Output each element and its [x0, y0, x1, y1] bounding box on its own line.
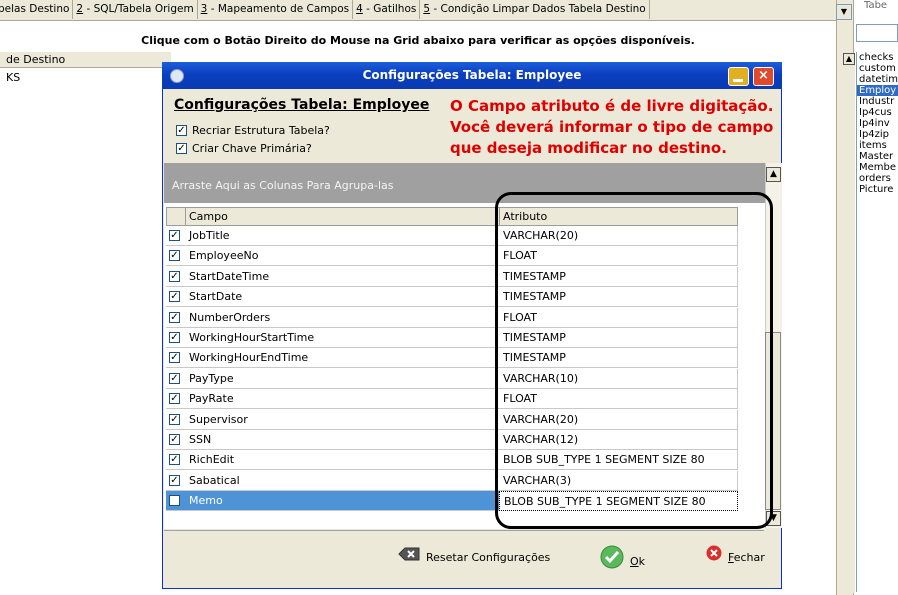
row-checkbox[interactable]: ✓ — [169, 474, 180, 486]
check-icon — [600, 545, 624, 579]
campo-cell[interactable]: Memo — [185, 491, 500, 512]
row-checkbox-cell[interactable]: ✓ — [166, 307, 186, 328]
right-list-scrollbar[interactable]: ▲ — [843, 53, 855, 593]
close-icon[interactable]: × — [753, 67, 774, 86]
table-list-item[interactable]: custom — [857, 63, 898, 74]
row-checkbox[interactable]: ✓ — [169, 311, 180, 323]
campo-cell[interactable]: EmployeeNo — [185, 246, 500, 267]
campo-cell[interactable]: RichEdit — [185, 450, 500, 471]
footer-divider — [164, 530, 764, 531]
table-list-item[interactable]: Ip4zip — [857, 129, 898, 140]
minimize-icon — [733, 79, 743, 82]
table-list-item[interactable]: Industr — [857, 96, 898, 107]
table-filter-input[interactable] — [856, 24, 898, 42]
option-recreate-structure[interactable]: ✓ Recriar Estrutura Tabela? — [176, 124, 330, 137]
campo-cell[interactable]: NumberOrders — [185, 307, 500, 328]
row-checkbox-cell[interactable]: ✓ — [166, 450, 186, 471]
table-list-item[interactable]: Ip4inv — [857, 118, 898, 129]
campo-cell[interactable]: PayType — [185, 368, 500, 389]
campo-cell[interactable]: Supervisor — [185, 409, 500, 430]
tab-gatilhos[interactable]: 4 - Gatilhos — [353, 0, 421, 19]
table-list-item[interactable]: Picture — [857, 184, 898, 195]
row-checkbox-cell[interactable]: ✓ — [166, 470, 186, 491]
row-checkbox-cell[interactable]: ✓ — [166, 491, 186, 512]
campo-cell[interactable]: WorkingHourStartTime — [185, 328, 500, 348]
tab-sql-tabela-origem[interactable]: 2 - SQL/Tabela Origem — [73, 0, 198, 19]
row-checkbox-cell[interactable]: ✓ — [166, 266, 186, 287]
row-checkbox-cell[interactable]: ✓ — [166, 348, 186, 369]
row-checkbox[interactable]: ✓ — [169, 270, 180, 282]
row-checkbox[interactable]: ✓ — [169, 393, 180, 405]
table-list[interactable]: checks custom datetim Employ Industr Ip4cus Ip… — [856, 52, 898, 592]
table-list-item[interactable]: items — [857, 140, 898, 151]
tab-strip: belas Destino 2 - SQL/Tabela Origem 3 - Ma… — [0, 0, 836, 21]
table-list-item[interactable]: Master — [857, 151, 898, 162]
tab-mapeamento-campos[interactable]: 3 - Mapeamento de Campos — [198, 0, 354, 19]
option-primary-key[interactable]: ✓ Criar Chave Primária? — [176, 142, 312, 155]
row-checkbox[interactable]: ✓ — [169, 454, 180, 466]
table-list-item[interactable]: Employ — [857, 85, 898, 96]
campo-cell[interactable]: Sabatical — [185, 470, 500, 491]
row-checkbox-cell[interactable]: ✓ — [166, 430, 186, 450]
table-list-item[interactable]: datetim — [857, 74, 898, 85]
row-checkbox-cell[interactable]: ✓ — [166, 368, 186, 389]
grid-hint: Clique com o Botão Direito do Mouse na G… — [141, 34, 695, 47]
close-button[interactable]: Fechar — [706, 545, 765, 571]
background-grid-row[interactable]: KS — [0, 70, 171, 85]
row-checkbox[interactable]: ✓ — [169, 250, 180, 262]
row-checkbox[interactable]: ✓ — [169, 352, 180, 364]
minimize-button[interactable] — [728, 67, 749, 86]
ok-button[interactable]: Ok — [600, 545, 645, 571]
tab-tabelas-destino[interactable]: belas Destino — [0, 0, 74, 19]
annotation-highlight — [495, 192, 773, 529]
row-checkbox[interactable]: ✓ — [169, 230, 180, 241]
tab-condicao-limpar[interactable]: 5 - Condição Limpar Dados Tabela Destino — [420, 0, 650, 19]
campo-cell[interactable]: StartDateTime — [185, 266, 500, 287]
checkbox-recreate[interactable]: ✓ — [176, 125, 187, 136]
table-group-label: Tabe — [864, 0, 888, 11]
row-checkbox[interactable]: ✓ — [169, 372, 180, 384]
row-checkbox-cell[interactable]: ✓ — [166, 409, 186, 430]
campo-cell[interactable]: StartDate — [185, 287, 500, 308]
dialog-heading: Configurações Tabela: Employee — [174, 97, 430, 113]
row-checkbox[interactable]: ✓ — [169, 495, 180, 507]
row-checkbox-cell[interactable]: ✓ — [166, 226, 186, 246]
campo-cell[interactable]: SSN — [185, 430, 500, 450]
campo-cell[interactable]: JobTitle — [185, 226, 500, 246]
scroll-up-icon[interactable]: ▲ — [843, 53, 855, 65]
background-grid-header[interactable]: de Destino — [0, 52, 171, 68]
row-checkbox[interactable]: ✓ — [169, 291, 180, 303]
campo-cell[interactable]: PayRate — [185, 389, 500, 410]
group-by-text: Arraste Aqui as Colunas Para Agrupa-las — [172, 179, 394, 192]
reset-button[interactable]: Resetar Configurações — [398, 545, 550, 571]
row-checkbox[interactable]: ✓ — [169, 332, 180, 343]
row-checkbox[interactable]: ✓ — [169, 434, 180, 445]
row-checkbox-cell[interactable]: ✓ — [166, 328, 186, 348]
background-grid — [0, 52, 165, 592]
table-list-item[interactable]: Ip4cus — [857, 107, 898, 118]
dropdown-arrow-icon[interactable]: ▼ — [836, 4, 852, 20]
annotation-text: O Campo atributo é de livre digitação. V… — [450, 97, 774, 157]
campo-cell[interactable]: WorkingHourEndTime — [185, 348, 500, 369]
grid-header-checkbox[interactable] — [166, 207, 186, 226]
reset-icon — [398, 545, 420, 571]
row-checkbox[interactable]: ✓ — [169, 413, 180, 425]
grid-header-campo[interactable]: Campo — [185, 207, 500, 226]
close-circle-icon — [706, 545, 722, 571]
row-checkbox-cell[interactable]: ✓ — [166, 246, 186, 267]
row-checkbox-cell[interactable]: ✓ — [166, 389, 186, 410]
row-checkbox-cell[interactable]: ✓ — [166, 287, 186, 308]
table-list-item[interactable]: checks — [857, 52, 898, 63]
table-list-item[interactable]: Membe — [857, 162, 898, 173]
scroll-up-icon[interactable]: ▲ — [766, 167, 781, 182]
checkbox-primary-key[interactable]: ✓ — [176, 143, 187, 154]
table-list-item[interactable]: orders — [857, 173, 898, 184]
dialog-title: Configurações Tabela: Employee — [362, 68, 582, 82]
